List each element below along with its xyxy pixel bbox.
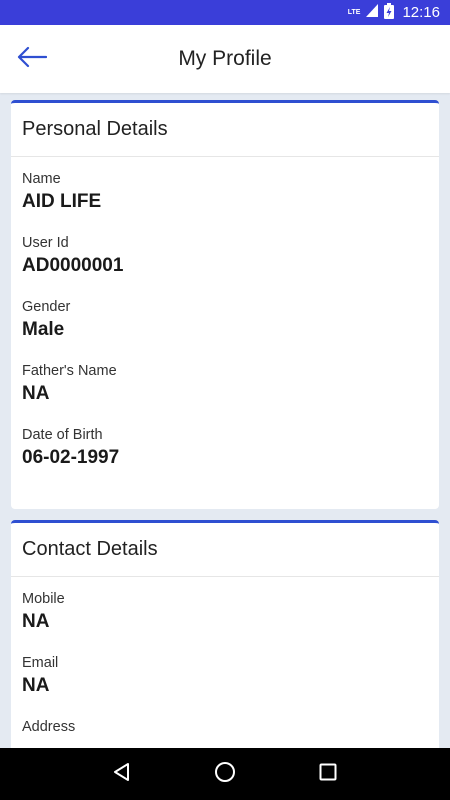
field-label: Address <box>22 719 76 735</box>
field-label: Date of Birth <box>22 427 103 443</box>
field-label: Father's Name <box>22 363 117 379</box>
field-value: AD0000001 <box>22 255 124 276</box>
nav-back-button[interactable] <box>102 754 142 794</box>
gender-field: Gender Male <box>11 298 439 342</box>
clock: 12:16 <box>402 4 440 21</box>
lte-label: LTE <box>347 9 361 16</box>
app-bar: My Profile <box>0 25 450 93</box>
user-id-field: User Id AD0000001 <box>11 234 439 278</box>
nav-home-button[interactable] <box>205 754 245 794</box>
mobile-field: Mobile NA <box>11 590 439 634</box>
contact-details-header: Contact Details <box>11 523 439 577</box>
profile-content[interactable]: Personal Details Name AID LIFE User Id A… <box>0 93 450 748</box>
field-label: Mobile <box>22 591 65 607</box>
field-value: NA <box>22 383 50 404</box>
personal-details-header: Personal Details <box>11 103 439 157</box>
field-label: Gender <box>22 299 71 315</box>
back-button[interactable] <box>14 43 50 75</box>
nav-recents-button[interactable] <box>308 754 348 794</box>
contact-details-card: Contact Details Mobile NA Email NA Addre… <box>11 520 439 748</box>
field-label: User Id <box>22 235 69 251</box>
battery-charging-icon <box>384 2 395 23</box>
name-field: Name AID LIFE <box>11 170 439 214</box>
field-value: NA <box>22 611 50 632</box>
arrow-left-icon <box>17 46 48 73</box>
field-label: Name <box>22 171 61 187</box>
field-value: 06-02-1997 <box>22 447 120 468</box>
system-nav-bar <box>0 748 450 800</box>
triangle-back-icon <box>112 762 132 787</box>
date-of-birth-field: Date of Birth 06-02-1997 <box>11 426 439 470</box>
page-title: My Profile <box>178 47 272 70</box>
email-field: Email NA <box>11 654 439 698</box>
signal-icon <box>366 4 379 21</box>
personal-details-card: Personal Details Name AID LIFE User Id A… <box>11 100 439 509</box>
address-field: Address <box>11 718 439 736</box>
field-value: Male <box>22 319 65 340</box>
fathers-name-field: Father's Name NA <box>11 362 439 406</box>
field-value: NA <box>22 675 50 696</box>
field-value: AID LIFE <box>22 191 102 212</box>
status-bar: LTE 12:16 <box>0 0 450 25</box>
status-icons: LTE <box>347 2 395 23</box>
circle-home-icon <box>214 761 236 788</box>
square-recents-icon <box>319 763 337 786</box>
field-label: Email <box>22 655 59 671</box>
